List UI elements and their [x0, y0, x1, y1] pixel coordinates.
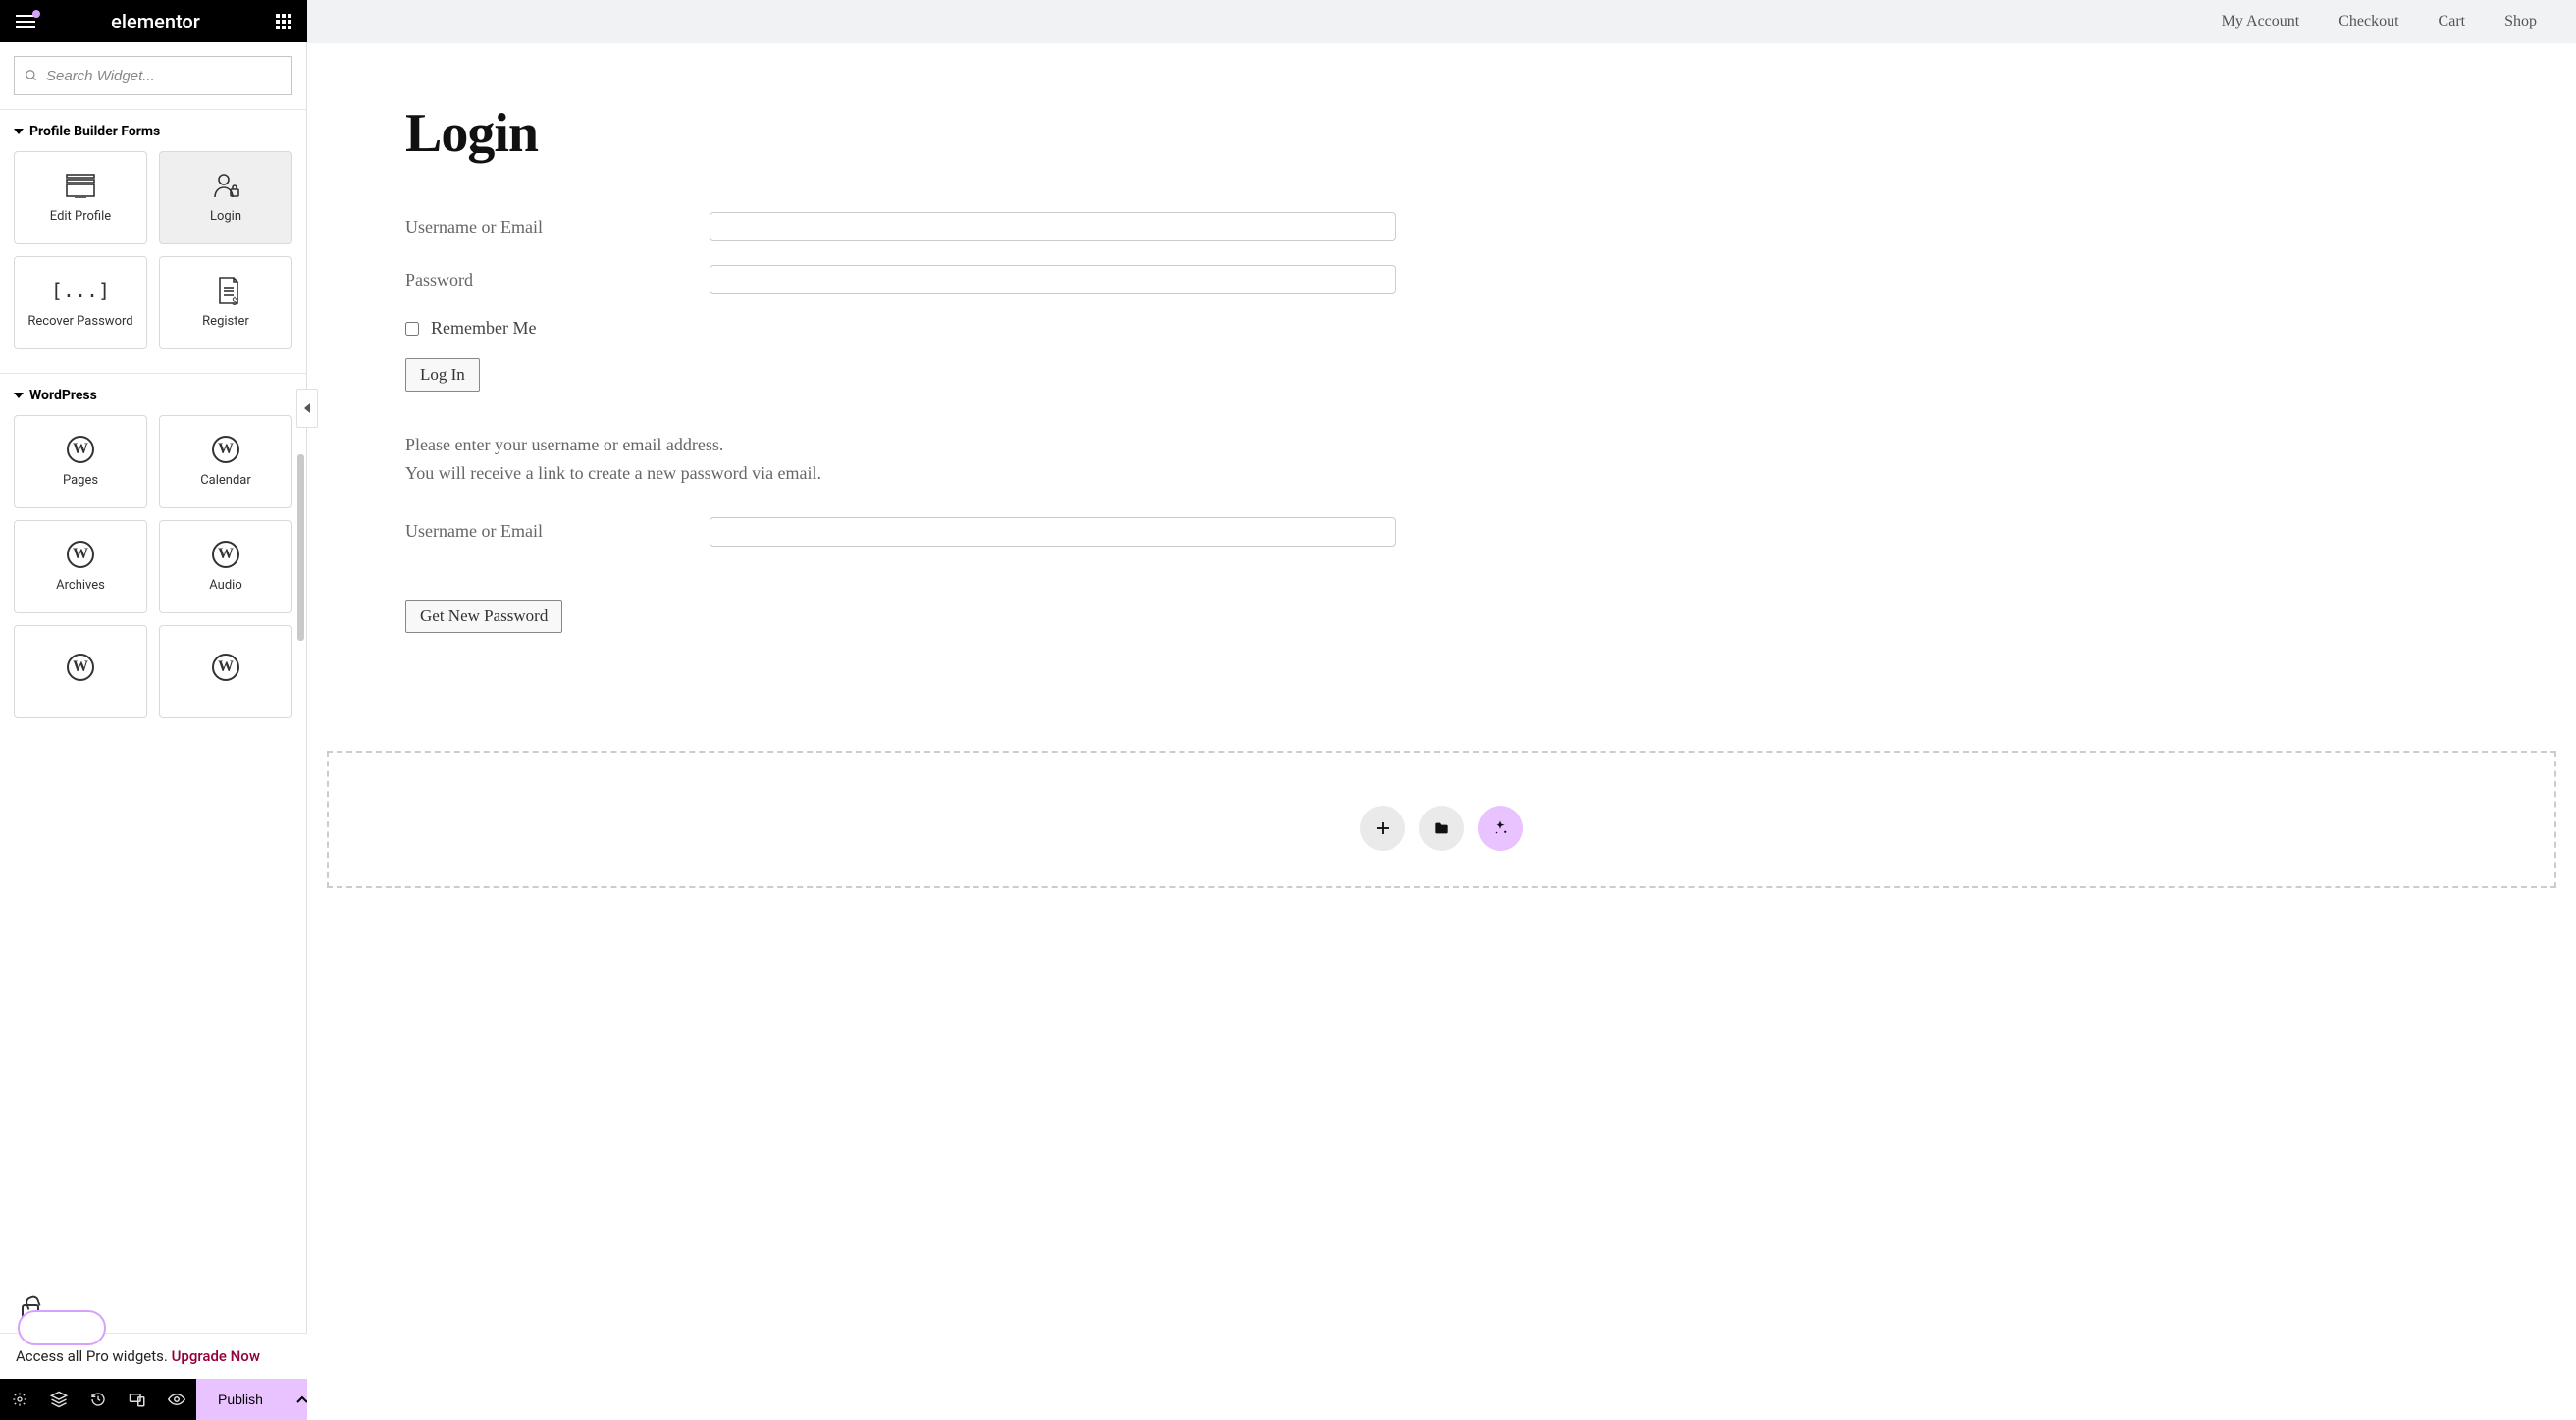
widget-audio[interactable]: W Audio: [159, 520, 292, 613]
widget-wordpress-extra-1[interactable]: W: [14, 625, 147, 718]
wordpress-icon: W: [212, 654, 239, 681]
password-label: Password: [405, 270, 710, 290]
upgrade-bar: Access all Pro widgets. Upgrade Now: [0, 1333, 307, 1379]
widget-label: Pages: [63, 473, 98, 488]
widget-label: Register: [202, 314, 249, 329]
recover-username-input[interactable]: [710, 517, 1396, 547]
sparkle-icon: [1492, 819, 1509, 837]
widget-label: Calendar: [200, 473, 251, 488]
caret-down-icon: [14, 129, 24, 134]
cloud-decoration-icon: [18, 1310, 106, 1345]
section-title-label: WordPress: [29, 388, 97, 403]
panel-scrollbar[interactable]: [297, 454, 304, 641]
wordpress-icon: W: [212, 436, 239, 463]
log-in-button[interactable]: Log In: [405, 358, 480, 392]
site-navigation: My Account Checkout Cart Shop: [307, 0, 2576, 43]
widget-label: Archives: [56, 578, 105, 593]
history-button[interactable]: [79, 1379, 118, 1420]
recover-info-line2: You will receive a link to create a new …: [405, 459, 1396, 488]
settings-button[interactable]: [0, 1379, 39, 1420]
brand-logo: elementor: [111, 10, 200, 33]
remember-me-checkbox[interactable]: [405, 322, 419, 336]
responsive-icon: [129, 1392, 146, 1407]
wordpress-icon: W: [67, 654, 94, 681]
wordpress-icon: W: [67, 541, 94, 568]
get-new-password-button[interactable]: Get New Password: [405, 600, 562, 633]
nav-shop[interactable]: Shop: [2504, 13, 2537, 30]
preview-button[interactable]: [157, 1379, 196, 1420]
add-template-button[interactable]: [1419, 806, 1464, 851]
edit-profile-icon: [64, 172, 97, 199]
grid-icon: [276, 14, 291, 29]
responsive-button[interactable]: [118, 1379, 157, 1420]
upgrade-text: Access all Pro widgets.: [16, 1347, 172, 1365]
section-profile-builder-forms[interactable]: Profile Builder Forms: [0, 124, 306, 151]
page-title: Login: [405, 102, 1396, 165]
collapse-panel-handle[interactable]: [296, 389, 318, 428]
register-icon: $: [209, 277, 242, 304]
widget-label: Audio: [209, 578, 241, 593]
nav-cart[interactable]: Cart: [2439, 13, 2466, 30]
plus-icon: [1374, 819, 1392, 837]
search-icon: [25, 69, 38, 82]
folder-icon: [1434, 821, 1449, 835]
widget-login[interactable]: Login: [159, 151, 292, 244]
upgrade-now-link[interactable]: Upgrade Now: [172, 1347, 260, 1365]
section-title-label: Profile Builder Forms: [29, 124, 160, 139]
navigator-button[interactable]: [39, 1379, 79, 1420]
widget-register[interactable]: $ Register: [159, 256, 292, 349]
ai-button[interactable]: [1478, 806, 1523, 851]
password-input[interactable]: [710, 265, 1396, 294]
wordpress-icon: W: [67, 436, 94, 463]
widget-edit-profile[interactable]: Edit Profile: [14, 151, 147, 244]
publish-button[interactable]: Publish: [196, 1379, 285, 1420]
gear-icon: [12, 1392, 27, 1407]
wordpress-icon: W: [212, 541, 239, 568]
widget-label: Login: [210, 209, 241, 224]
widget-archives[interactable]: W Archives: [14, 520, 147, 613]
history-icon: [90, 1392, 106, 1407]
recover-password-icon: [...]: [64, 277, 97, 304]
widgets-panel-button[interactable]: [272, 10, 295, 33]
widget-calendar[interactable]: W Calendar: [159, 415, 292, 508]
username-label: Username or Email: [405, 217, 710, 237]
username-input[interactable]: [710, 212, 1396, 241]
recover-username-label: Username or Email: [405, 521, 710, 542]
nav-checkout[interactable]: Checkout: [2339, 13, 2398, 30]
eye-icon: [168, 1394, 185, 1405]
widget-label: Recover Password: [27, 314, 132, 329]
widget-recover-password[interactable]: [...] Recover Password: [14, 256, 147, 349]
widget-label: Edit Profile: [50, 209, 111, 224]
nav-my-account[interactable]: My Account: [2222, 13, 2300, 30]
layers-icon: [50, 1391, 68, 1408]
main-menu-button[interactable]: [12, 11, 39, 32]
search-input[interactable]: [38, 68, 282, 84]
svg-text:$: $: [232, 295, 237, 305]
login-icon: [209, 172, 242, 199]
widget-pages[interactable]: W Pages: [14, 415, 147, 508]
remember-me-label: Remember Me: [431, 318, 536, 339]
notification-dot-icon: [32, 10, 40, 18]
recover-info-line1: Please enter your username or email addr…: [405, 431, 1396, 459]
drop-zone[interactable]: [327, 751, 2556, 888]
add-section-button[interactable]: [1360, 806, 1405, 851]
section-wordpress[interactable]: WordPress: [0, 388, 306, 415]
caret-down-icon: [14, 393, 24, 398]
widget-wordpress-extra-2[interactable]: W: [159, 625, 292, 718]
